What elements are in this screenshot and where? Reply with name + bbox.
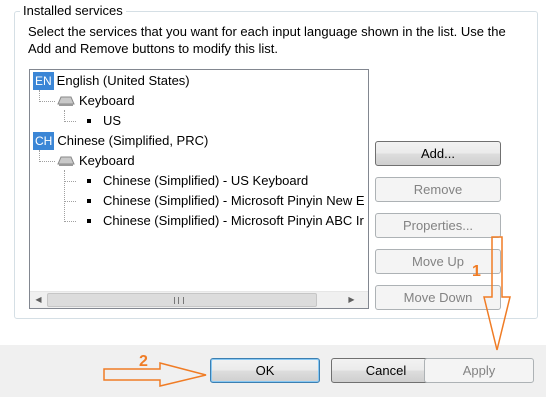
add-button[interactable]: Add...	[375, 141, 501, 166]
tree-item-english[interactable]: EN English (United States)	[33, 71, 190, 91]
scroll-grip-icon	[174, 297, 184, 304]
group-title: Installed services	[20, 3, 126, 18]
move-up-button[interactable]: Move Up	[375, 249, 501, 274]
tree-item-service[interactable]: Chinese (Simplified) - Microsoft Pinyin …	[87, 211, 364, 231]
tree-item-service[interactable]: US	[87, 111, 121, 131]
dialog-content: Installed services Select the services t…	[0, 0, 546, 345]
step-2-label: 2	[139, 353, 148, 370]
service-label: Chinese (Simplified) - US Keyboard	[103, 173, 309, 188]
remove-button[interactable]: Remove	[375, 177, 501, 202]
scroll-thumb[interactable]	[47, 293, 317, 307]
tree-item-service[interactable]: Chinese (Simplified) - US Keyboard	[87, 171, 308, 191]
service-label: Chinese (Simplified) - Microsoft Pinyin …	[103, 193, 365, 208]
bullet-icon	[87, 198, 91, 203]
category-label: Keyboard	[79, 93, 135, 108]
tree-item-service[interactable]: Chinese (Simplified) - Microsoft Pinyin …	[87, 191, 365, 211]
instructions-text: Select the services that you want for ea…	[28, 24, 506, 56]
arrow-right-icon	[103, 362, 207, 387]
services-tree[interactable]: EN English (United States) Keyboard US CH…	[29, 69, 369, 309]
tree-item-chinese[interactable]: CH Chinese (Simplified, PRC)	[33, 131, 208, 151]
scroll-right-arrow-icon[interactable]: ▶	[343, 292, 360, 308]
keyboard-icon	[57, 156, 75, 166]
ok-button[interactable]: OK	[210, 358, 320, 383]
language-badge: EN	[33, 72, 54, 90]
move-down-button[interactable]: Move Down	[375, 285, 501, 310]
language-name: Chinese (Simplified, PRC)	[57, 133, 209, 148]
bullet-icon	[87, 118, 91, 123]
service-label: Chinese (Simplified) - Microsoft Pinyin …	[103, 213, 364, 228]
properties-button[interactable]: Properties...	[375, 213, 501, 238]
step-1-label: 1	[472, 263, 481, 280]
category-label: Keyboard	[79, 153, 135, 168]
bullet-icon	[87, 178, 91, 183]
language-badge: CH	[33, 132, 55, 150]
apply-button[interactable]: Apply	[424, 358, 534, 383]
scroll-left-arrow-icon[interactable]: ◀	[30, 292, 47, 308]
tree-item-english-keyboard[interactable]: Keyboard	[57, 91, 135, 111]
horizontal-scrollbar[interactable]: ◀ ▶	[30, 291, 368, 308]
tree-item-chinese-keyboard[interactable]: Keyboard	[57, 151, 135, 171]
language-name: English (United States)	[56, 73, 190, 88]
bullet-icon	[87, 218, 91, 223]
service-label: US	[103, 113, 122, 128]
keyboard-icon	[57, 96, 75, 106]
